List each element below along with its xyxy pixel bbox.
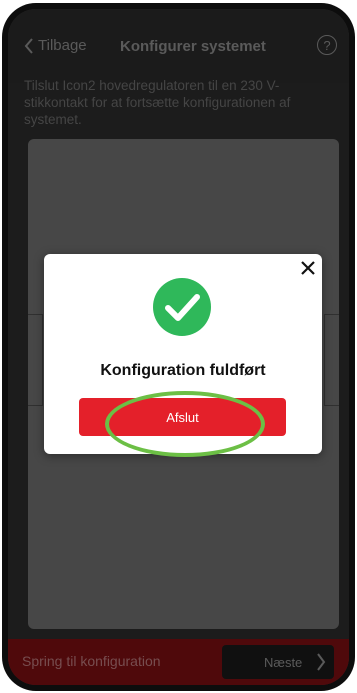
finish-button[interactable]: Afslut bbox=[79, 398, 286, 436]
check-circle-icon bbox=[153, 278, 211, 336]
phone-frame: Tilbage Konfigurer systemet ? Tilslut Ic… bbox=[2, 3, 355, 691]
close-icon[interactable] bbox=[300, 260, 316, 276]
dialog-title: Konfiguration fuldført bbox=[100, 362, 266, 379]
completion-dialog: Konfiguration fuldført Afslut bbox=[44, 254, 322, 454]
